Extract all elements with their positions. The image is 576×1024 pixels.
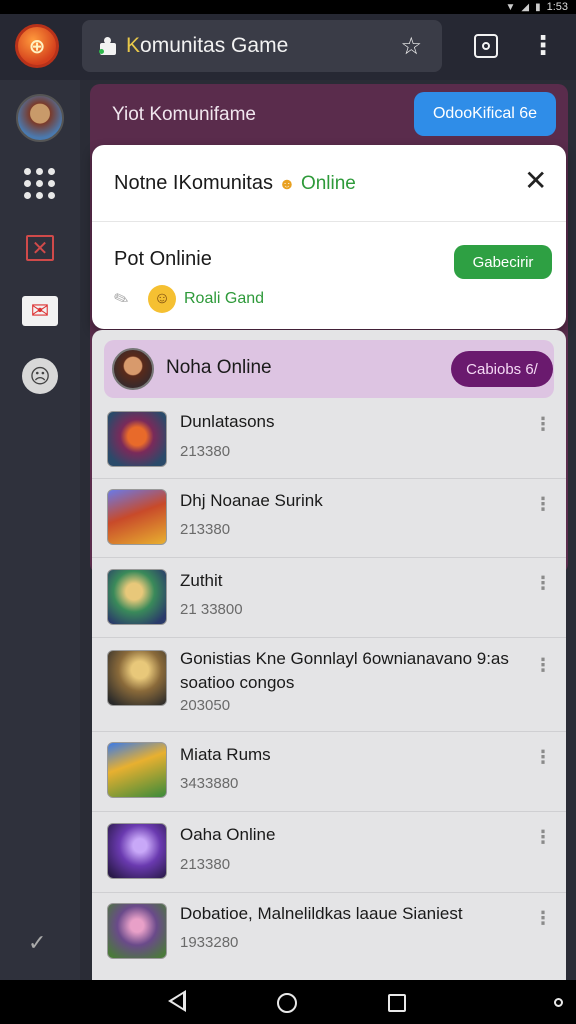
official-button[interactable]: OdooKifical 6e [414,92,556,136]
notification-subtitle: Pot Onlinie [114,248,212,270]
check-icon[interactable]: ✓ [28,930,46,956]
list-item-count: 3433880 [180,775,239,792]
more-options-icon[interactable]: ⋮ [534,574,552,592]
notification-title: Notne IKomunitas ☻ Online [114,172,356,194]
battery-icon: ▮ [535,1,541,13]
list-item-count: 1933280 [180,934,239,951]
list-item-name: Dunlatasons [180,412,275,431]
more-options-icon[interactable]: ⋮ [534,828,552,846]
avatar[interactable] [112,348,154,390]
address-text: Komunitas Game [126,34,289,57]
list-header-button[interactable]: Cabiobs 6/ [451,351,553,387]
back-icon[interactable] [168,990,186,1012]
top-bar: ⊕ Komunitas Game ☆ ⋮ [0,14,576,80]
star-icon[interactable]: ☆ [400,32,422,61]
reward-text: Roali Gand [184,290,265,307]
list-item[interactable]: Gonistias Kne Gonnlayl 6ownianavano 9:as… [92,638,566,732]
notification-card: Notne IKomunitas ☻ Online ✕ Pot Onlinie … [92,145,566,329]
game-thumbnail [107,903,167,959]
blocked-icon[interactable]: ✕ [26,235,54,261]
game-list: Noha Online Cabiobs 6/ Dunlatasons 21338… [92,330,566,980]
more-options-icon[interactable]: ⋮ [534,495,552,513]
join-button[interactable]: Gabecirir [454,245,552,279]
wifi-icon: ▼ [505,1,516,13]
list-item[interactable]: Zuthit 21 33800 ⋮ [92,558,566,638]
community-title: Yiot Komunifame [112,104,256,125]
left-rail: ✕ ✉ ☹ ✓ [0,80,80,980]
list-item-count: 21 33800 [180,601,243,618]
list-header-title: Noha Online [166,357,272,378]
game-thumbnail [107,411,167,467]
more-options-icon[interactable]: ⋮ [534,748,552,766]
game-thumbnail [107,823,167,879]
status-time: 1:53 [546,1,568,13]
puzzle-icon [98,35,120,57]
address-bar[interactable]: Komunitas Game ☆ [82,20,442,72]
list-item[interactable]: Dhj Noanae Surink 213380 ⋮ [92,479,566,558]
list-item-count: 213380 [180,856,231,873]
apps-grid-icon[interactable] [24,168,56,200]
pencil-icon[interactable]: ✎ [111,287,132,312]
signal-icon: ◢ [521,1,530,13]
close-icon[interactable]: ✕ [524,167,547,195]
list-item-name: Dobatioe, Malnelildkas laaue Sianiest [180,904,463,923]
smile-emoji-icon: ☻ [278,176,296,193]
list-item-name: Dhj Noanae Surink [180,491,323,510]
list-item-count: 203050 [180,697,231,714]
home-icon[interactable] [277,993,297,1013]
overflow-menu-icon[interactable]: ⋮ [530,32,556,58]
list-item-name: Gonistias Kne Gonnlayl 6ownianavano 9:as… [180,649,509,692]
more-options-icon[interactable]: ⋮ [534,415,552,433]
more-options-icon[interactable]: ⋮ [534,656,552,674]
game-thumbnail [107,489,167,545]
list-item[interactable]: Oaha Online 213380 ⋮ [92,812,566,893]
game-thumbnail [107,569,167,625]
tabs-icon[interactable] [474,34,498,58]
list-header: Noha Online Cabiobs 6/ [104,340,554,398]
accessibility-icon[interactable] [554,998,563,1007]
status-bar: ▼ ◢ ▮ 1:53 [0,0,576,14]
game-thumbnail [107,742,167,798]
app-logo-icon[interactable]: ⊕ [15,24,59,68]
smiley-icon: ☺ [148,285,176,313]
online-status: Online [300,173,356,194]
list-item-name: Oaha Online [180,825,276,844]
list-item[interactable]: Dunlatasons 213380 ⋮ [92,399,566,479]
recents-icon[interactable] [388,994,406,1012]
list-item-count: 213380 [180,521,231,538]
list-item[interactable]: Miata Rums 3433880 ⋮ [92,732,566,812]
mail-icon[interactable]: ✉ [22,296,58,326]
divider [92,221,566,222]
list-item[interactable]: Dobatioe, Malnelildkas laaue Sianiest 19… [92,893,566,980]
list-item-name: Miata Rums [180,745,271,764]
list-item-name: Zuthit [180,571,223,590]
more-options-icon[interactable]: ⋮ [534,909,552,927]
system-nav-bar [0,980,576,1024]
avatar[interactable] [16,94,64,142]
face-icon[interactable]: ☹ [22,358,58,394]
game-thumbnail [107,650,167,706]
list-item-count: 213380 [180,443,231,460]
